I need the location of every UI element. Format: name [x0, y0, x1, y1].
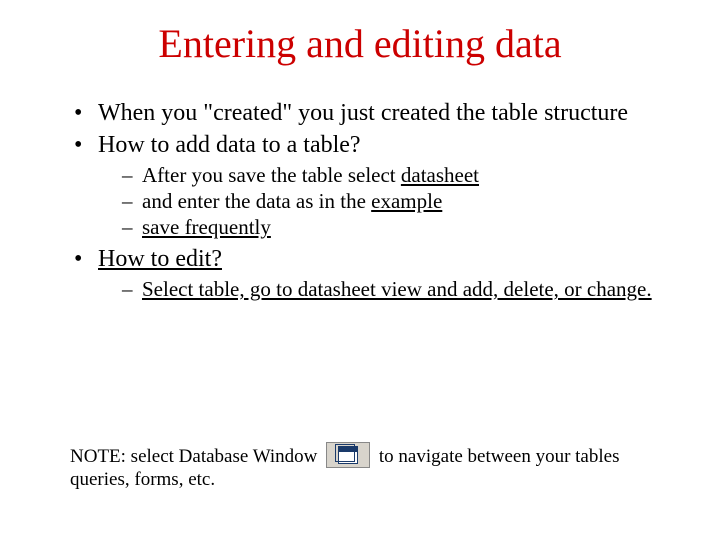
sub-bullet-underlined: datasheet: [401, 163, 479, 187]
sub-bullet-underlined: example: [371, 189, 442, 213]
sub-bullet-item: save frequently: [122, 215, 660, 239]
sub-bullet-text: and enter the data as in the: [142, 189, 371, 213]
sub-bullet-underlined: Select table, go to datasheet view and a…: [142, 277, 652, 301]
note-prefix: NOTE: select Database Window: [70, 446, 322, 467]
note-line: NOTE: select Database Window to navigate…: [70, 442, 660, 492]
slide: Entering and editing data When you "crea…: [0, 0, 720, 540]
database-window-icon: [326, 442, 370, 468]
bullet-underlined: How to edit?: [98, 246, 222, 272]
bullet-list: When you "created" you just created the …: [70, 100, 660, 301]
sub-bullet-item: Select table, go to datasheet view and a…: [122, 277, 660, 301]
bullet-text: When you "created" you just created the …: [98, 100, 628, 126]
bullet-item: How to add data to a table? After you sa…: [70, 132, 660, 240]
sub-bullet-text: After you save the table select: [142, 163, 401, 187]
slide-body: When you "created" you just created the …: [70, 100, 660, 307]
bullet-text: How to add data to a table?: [98, 132, 361, 158]
sub-bullet-item: and enter the data as in the example: [122, 189, 660, 213]
sub-bullet-list: Select table, go to datasheet view and a…: [98, 277, 660, 301]
bullet-item: How to edit? Select table, go to datashe…: [70, 246, 660, 302]
sub-bullet-list: After you save the table select datashee…: [98, 163, 660, 239]
sub-bullet-underlined: save frequently: [142, 215, 271, 239]
slide-title: Entering and editing data: [0, 20, 720, 67]
bullet-item: When you "created" you just created the …: [70, 100, 660, 128]
sub-bullet-item: After you save the table select datashee…: [122, 163, 660, 187]
